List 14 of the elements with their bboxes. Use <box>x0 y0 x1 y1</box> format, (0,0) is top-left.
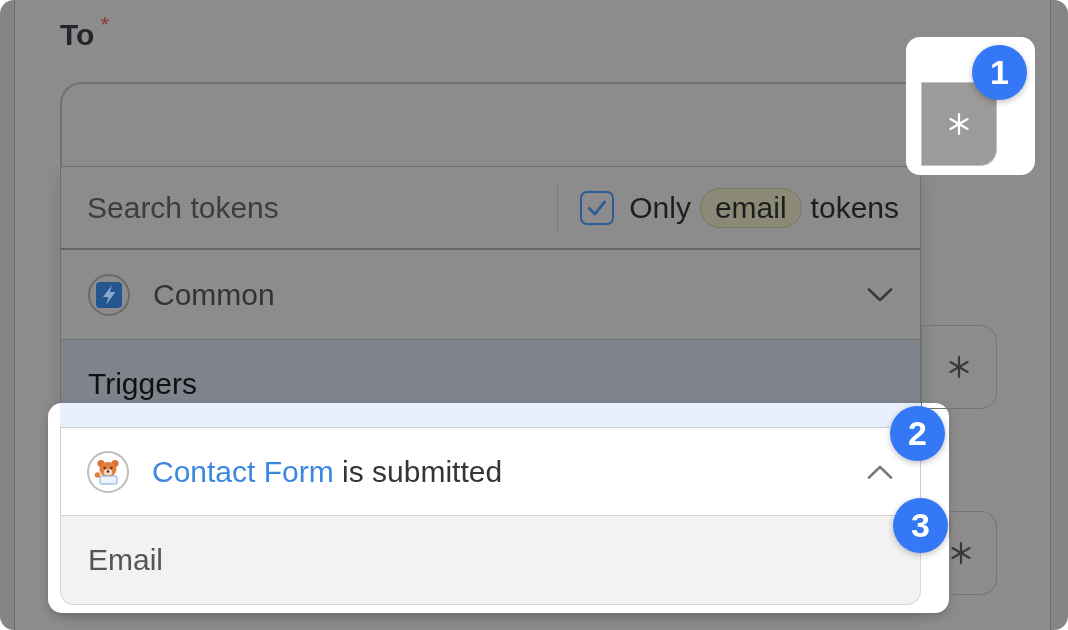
asterisk-icon <box>948 113 970 135</box>
bear-mascot-icon <box>87 450 129 493</box>
filter-checkbox[interactable] <box>580 190 615 225</box>
filter-label: Only <box>629 190 691 225</box>
required-mark: * <box>100 14 109 36</box>
token-group-row[interactable]: Common <box>60 250 921 340</box>
lightning-icon <box>88 273 130 316</box>
filter-label: tokens <box>810 190 899 225</box>
asterisk-icon <box>948 356 970 378</box>
asterisk-icon <box>950 542 972 564</box>
token-type-tag: email <box>699 187 802 228</box>
search-field[interactable]: Search tokens <box>87 190 536 225</box>
insert-token-button[interactable] <box>921 82 997 166</box>
field-label: To <box>60 17 95 53</box>
